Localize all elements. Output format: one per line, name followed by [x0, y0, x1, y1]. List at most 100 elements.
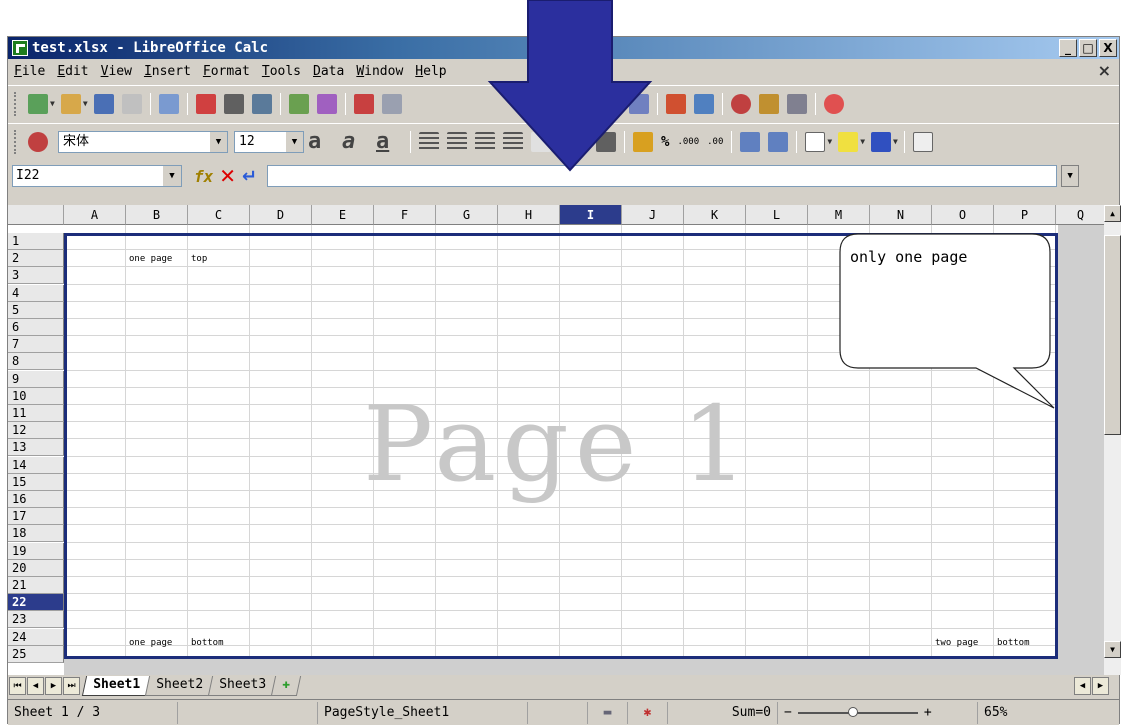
- scroll-up-icon[interactable]: ▲: [1104, 205, 1121, 222]
- column-header-l[interactable]: L: [746, 205, 808, 225]
- cancel-icon[interactable]: ✕: [219, 164, 236, 188]
- expand-formula-icon[interactable]: ▼: [1061, 165, 1080, 187]
- row-header-19[interactable]: 19: [8, 542, 64, 560]
- prev-sheet-icon[interactable]: ◀: [27, 677, 44, 695]
- row-header-21[interactable]: 21: [8, 577, 64, 594]
- row-header-3[interactable]: 3: [8, 267, 64, 285]
- column-header-b[interactable]: B: [126, 205, 188, 225]
- row-header-20[interactable]: 20: [8, 559, 64, 577]
- zoom-in-icon[interactable]: +: [924, 705, 932, 720]
- name-box[interactable]: I22 ▼: [12, 165, 182, 187]
- zoom-knob[interactable]: [847, 706, 858, 717]
- accept-icon[interactable]: ↵: [242, 166, 257, 187]
- cut-icon[interactable]: [353, 93, 374, 114]
- edit-mode-icon[interactable]: [158, 93, 179, 114]
- toolbar-grip[interactable]: [14, 91, 18, 116]
- font-name-dropdown-icon[interactable]: ▼: [209, 131, 227, 152]
- toolbar-grip[interactable]: [14, 129, 18, 154]
- print-icon[interactable]: [223, 93, 244, 114]
- font-color-dropdown-icon[interactable]: ▼: [893, 137, 898, 146]
- row-header-24[interactable]: 24: [8, 628, 64, 646]
- column-header-q[interactable]: Q: [1056, 205, 1104, 225]
- toggle-grid-icon[interactable]: [912, 131, 933, 152]
- column-header-n[interactable]: N: [870, 205, 932, 225]
- selection-mode-icon[interactable]: ▬: [588, 701, 628, 724]
- menu-insert[interactable]: Insert: [138, 64, 197, 79]
- insert-chart-icon[interactable]: [666, 93, 687, 114]
- borders-dropdown-icon[interactable]: ▼: [827, 137, 832, 146]
- row-header-9[interactable]: 9: [8, 370, 64, 388]
- vertical-scrollbar[interactable]: ▲ ▼: [1104, 205, 1121, 675]
- scroll-down-icon[interactable]: ▼: [1104, 641, 1121, 658]
- font-name-combo[interactable]: 宋体 ▼: [58, 130, 228, 153]
- menu-data[interactable]: Data: [307, 64, 350, 79]
- menu-file[interactable]: File: [8, 64, 51, 79]
- export-pdf-icon[interactable]: [195, 93, 216, 114]
- zoom-slider-area[interactable]: − +: [778, 701, 978, 724]
- row-header-5[interactable]: 5: [8, 301, 64, 319]
- font-color-icon[interactable]: [871, 131, 892, 152]
- decrease-indent-icon[interactable]: [740, 131, 761, 152]
- row-header-8[interactable]: 8: [8, 353, 64, 371]
- function-wizard-icon[interactable]: fx: [194, 167, 213, 186]
- row-header-14[interactable]: 14: [8, 456, 64, 474]
- open-dropdown-icon[interactable]: ▼: [83, 99, 88, 108]
- row-header-23[interactable]: 23: [8, 611, 64, 629]
- menu-format[interactable]: Format: [197, 64, 256, 79]
- menu-window[interactable]: Window: [350, 64, 409, 79]
- maximize-button[interactable]: □: [1079, 39, 1097, 57]
- font-size-dropdown-icon[interactable]: ▼: [285, 131, 303, 152]
- zoom-out-icon[interactable]: −: [784, 705, 792, 720]
- gallery-icon[interactable]: [787, 93, 808, 114]
- bold-icon[interactable]: a: [308, 130, 334, 152]
- hscroll-left-icon[interactable]: ◀: [1074, 677, 1091, 695]
- formula-input[interactable]: [267, 165, 1058, 187]
- background-color-icon[interactable]: [838, 131, 859, 152]
- row-header-11[interactable]: 11: [8, 405, 64, 422]
- zoom-slider[interactable]: [797, 706, 918, 717]
- copy-icon[interactable]: [381, 93, 402, 114]
- show-draw-functions-icon[interactable]: [731, 93, 752, 114]
- row-header-22[interactable]: 22: [8, 594, 64, 612]
- row-header-4[interactable]: 4: [8, 284, 64, 302]
- styles-icon[interactable]: [28, 131, 48, 152]
- minimize-button[interactable]: _: [1059, 39, 1077, 57]
- row-header-15[interactable]: 15: [8, 473, 64, 491]
- percent-icon[interactable]: %: [661, 134, 669, 150]
- add-decimal-icon[interactable]: .000: [677, 137, 699, 147]
- background-dropdown-icon[interactable]: ▼: [860, 137, 865, 146]
- row-header-25[interactable]: 25: [8, 645, 64, 663]
- open-folder-icon[interactable]: [60, 93, 81, 114]
- status-page-style[interactable]: PageStyle_Sheet1: [318, 701, 528, 724]
- name-box-dropdown-icon[interactable]: ▼: [163, 166, 181, 186]
- new-document-icon[interactable]: [28, 93, 48, 114]
- row-header-7[interactable]: 7: [8, 336, 64, 354]
- tab-sheet1[interactable]: Sheet1: [81, 676, 152, 696]
- row-header-12[interactable]: 12: [8, 422, 64, 440]
- tab-sheet2[interactable]: Sheet2: [144, 676, 215, 696]
- column-header-f[interactable]: F: [374, 205, 436, 225]
- spellcheck-icon[interactable]: [288, 93, 309, 114]
- autospell-icon[interactable]: [316, 93, 337, 114]
- close-document-icon[interactable]: ×: [1098, 61, 1111, 80]
- row-header-13[interactable]: 13: [8, 439, 64, 457]
- navigator-icon[interactable]: [759, 93, 780, 114]
- italic-icon[interactable]: a: [342, 130, 368, 152]
- row-header-16[interactable]: 16: [8, 491, 64, 508]
- row-header-2[interactable]: 2: [8, 250, 64, 268]
- column-header-o[interactable]: O: [932, 205, 994, 225]
- menu-view[interactable]: View: [95, 64, 138, 79]
- font-size-combo[interactable]: 12 ▼: [234, 130, 304, 153]
- borders-icon[interactable]: [805, 131, 826, 152]
- column-header-p[interactable]: P: [994, 205, 1056, 225]
- row-header-1[interactable]: 1: [8, 233, 64, 250]
- column-header-a[interactable]: A: [64, 205, 126, 225]
- column-header-e[interactable]: E: [312, 205, 374, 225]
- scroll-thumb[interactable]: [1104, 235, 1121, 435]
- next-sheet-icon[interactable]: ▶: [45, 677, 62, 695]
- new-dropdown-icon[interactable]: ▼: [50, 99, 55, 108]
- last-sheet-icon[interactable]: ⏭: [63, 677, 80, 695]
- underline-icon[interactable]: a: [376, 130, 402, 152]
- align-left-icon[interactable]: [419, 131, 439, 152]
- column-header-d[interactable]: D: [250, 205, 312, 225]
